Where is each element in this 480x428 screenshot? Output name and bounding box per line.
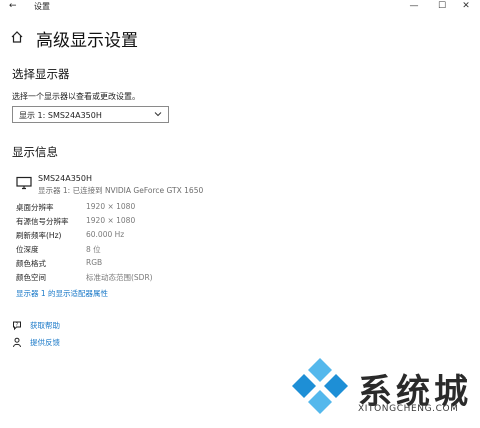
title-bar: ← 设置 — ☐ ✕ [0, 0, 480, 14]
page-title: 高级显示设置 [36, 31, 138, 51]
section-title-select-display: 选择显示器 [12, 67, 70, 81]
info-row-bit-depth: 位深度 8 位 [16, 244, 266, 257]
display-select-dropdown[interactable]: 显示 1: SMS24A350H [12, 106, 169, 123]
feedback-label: 提供反馈 [30, 338, 60, 347]
select-display-label: 选择一个显示器以查看或更改设置。 [12, 92, 140, 101]
back-arrow-icon[interactable]: ← [9, 1, 17, 11]
watermark-domain: XITONGCHENG.COM [358, 404, 459, 414]
close-button[interactable]: ✕ [452, 0, 480, 13]
feedback-person-icon [13, 337, 21, 348]
chevron-down-icon [154, 112, 162, 117]
info-value: 标准动态范围(SDR) [86, 273, 153, 282]
window-title: 设置 [34, 2, 50, 11]
info-row-color-space: 颜色空间 标准动态范围(SDR) [16, 272, 266, 285]
info-value: RGB [86, 258, 103, 267]
section-title-display-info: 显示信息 [12, 145, 58, 159]
info-value: 60.000 Hz [86, 230, 125, 239]
help-chat-icon: ? [13, 321, 21, 331]
feedback-link[interactable]: 提供反馈 [12, 337, 132, 350]
watermark-logo-icon [292, 358, 348, 414]
info-value: 8 位 [86, 245, 101, 254]
info-value: 1920 × 1080 [86, 216, 136, 225]
get-help-label: 获取帮助 [30, 321, 60, 330]
get-help-link[interactable]: ? 获取帮助 [12, 320, 132, 333]
monitor-connection: 显示器 1: 已连接到 NVIDIA GeForce GTX 1650 [38, 186, 204, 195]
info-label: 桌面分辨率 [16, 203, 54, 212]
info-row-active-signal-resolution: 有源信号分辨率 1920 × 1080 [16, 216, 266, 229]
info-label: 颜色格式 [16, 259, 46, 268]
info-value: 1920 × 1080 [86, 202, 136, 211]
info-row-color-format: 颜色格式 RGB [16, 258, 266, 271]
adapter-properties-link[interactable]: 显示器 1 的显示适配器属性 [16, 288, 108, 299]
minimize-button[interactable]: — [400, 0, 428, 13]
info-label: 有源信号分辨率 [16, 217, 69, 226]
info-label: 位深度 [16, 245, 39, 254]
info-label: 刷新频率(Hz) [16, 231, 62, 240]
home-icon[interactable] [10, 30, 24, 44]
info-row-desktop-resolution: 桌面分辨率 1920 × 1080 [16, 202, 266, 215]
info-row-refresh-rate: 刷新频率(Hz) 60.000 Hz [16, 230, 266, 243]
monitor-name: SMS24A350H [38, 174, 92, 183]
monitor-icon [16, 176, 32, 190]
info-label: 颜色空间 [16, 273, 46, 282]
dropdown-value: 显示 1: SMS24A350H [19, 111, 102, 120]
